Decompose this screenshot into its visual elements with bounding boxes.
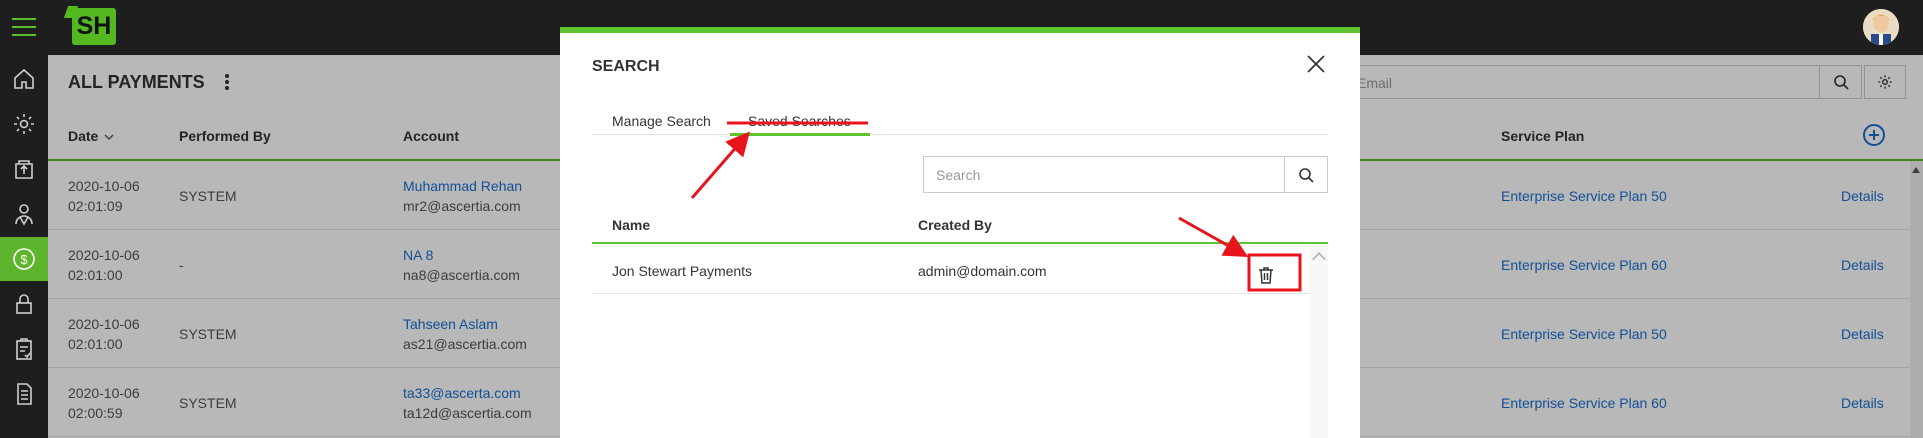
modal-title: SEARCH	[592, 58, 660, 75]
user-avatar[interactable]	[1863, 9, 1899, 45]
tab-manage-search[interactable]: Manage Search	[612, 113, 711, 129]
saved-search-created-by: admin@domain.com	[918, 263, 1047, 279]
close-icon[interactable]	[1305, 53, 1329, 77]
tab-saved-searches[interactable]: Saved Searches	[748, 113, 851, 129]
lock-icon[interactable]	[0, 282, 48, 326]
trash-icon[interactable]	[1256, 265, 1276, 285]
saved-search-input[interactable]: Search	[923, 156, 1328, 193]
box-upload-icon[interactable]	[0, 147, 48, 191]
hamburger-menu-icon[interactable]	[12, 16, 38, 38]
saved-search-row[interactable]: Jon Stewart Payments admin@domain.com	[592, 246, 1310, 294]
saved-search-placeholder: Search	[936, 167, 981, 183]
user-agent-icon[interactable]	[0, 192, 48, 236]
search-modal: SEARCH Manage Search Saved Searches Sear…	[560, 27, 1360, 438]
home-icon[interactable]	[0, 57, 48, 101]
column-header-created-by: Created By	[918, 217, 992, 233]
payments-icon[interactable]: $	[0, 237, 48, 281]
modal-scrollbar[interactable]	[1310, 245, 1328, 438]
clipboard-check-icon[interactable]	[0, 327, 48, 371]
settings-icon[interactable]	[0, 102, 48, 146]
saved-searches-header: Name Created By	[592, 200, 1328, 244]
document-icon[interactable]	[0, 372, 48, 416]
app-logo[interactable]: SH	[72, 8, 116, 45]
column-header-name: Name	[612, 217, 651, 233]
saved-search-name: Jon Stewart Payments	[612, 263, 753, 279]
svg-text:$: $	[20, 252, 28, 267]
search-icon[interactable]	[1284, 157, 1327, 192]
active-tab-indicator	[730, 133, 870, 136]
modal-tabs: Manage Search Saved Searches	[592, 103, 1328, 136]
side-navigation: $	[0, 55, 48, 438]
